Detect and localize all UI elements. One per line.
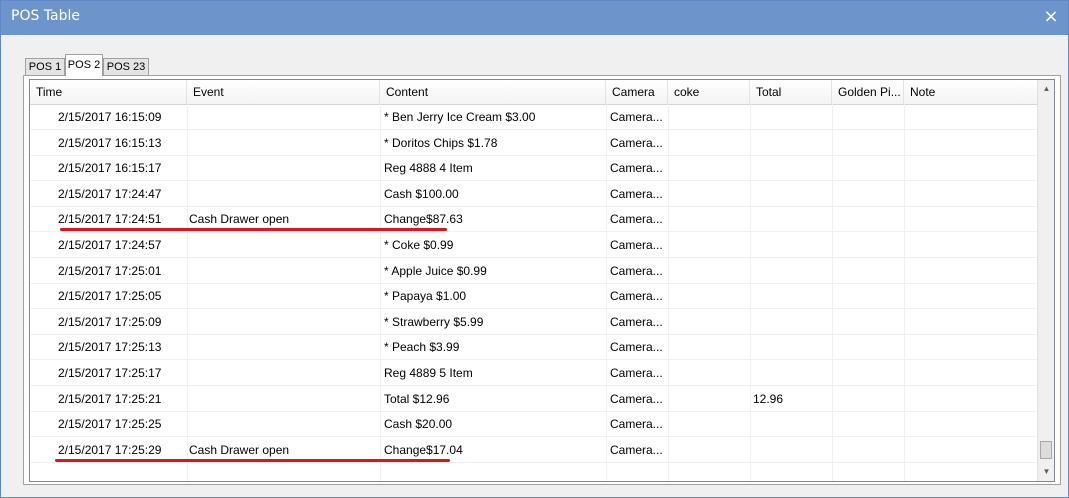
cell-content: * Ben Jerry Ice Cream $3.00 <box>384 110 536 124</box>
cell-content: Cash $20.00 <box>384 417 453 432</box>
cell-camera: Camera... <box>610 135 663 150</box>
cell-content: Reg 4889 5 Item <box>384 366 473 380</box>
scroll-thumb[interactable] <box>1040 441 1052 459</box>
cell-time: 2/15/2017 17:25:01 <box>58 263 162 278</box>
tab-panel: Time Event Content Camera coke Total Gol… <box>23 75 1061 485</box>
table-row[interactable]: 2/15/2017 16:15:09 * Ben Jerry Ice Cream … <box>30 105 1038 130</box>
cell-content: * Papaya $1.00 <box>384 289 467 304</box>
table-row[interactable]: 2/15/2017 16:15:13 * Doritos Chips $1.78 C… <box>30 131 1038 156</box>
column-header-event[interactable]: Event <box>187 80 380 104</box>
tab-pos-23[interactable]: POS 23 <box>103 58 149 76</box>
cell-time: 2/15/2017 17:25:13 <box>58 340 162 355</box>
tab-pos-2[interactable]: POS 2 <box>65 54 103 76</box>
cell-total: 12.96 <box>753 391 784 406</box>
red-underline-annotation <box>55 458 450 462</box>
table-row[interactable]: 2/15/2017 17:25:13 * Peach $3.99 Camera... <box>30 335 1038 361</box>
column-header-coke[interactable]: coke <box>668 80 750 104</box>
scroll-up-icon[interactable]: ▲ <box>1038 80 1054 97</box>
cell-camera: Camera... <box>610 314 663 329</box>
cell-camera: Camera... <box>610 289 663 304</box>
close-icon[interactable]: × <box>1038 5 1064 29</box>
red-underline-annotation <box>60 228 447 232</box>
scroll-down-icon[interactable]: ▼ <box>1038 463 1054 480</box>
cell-content: Total $12.96 <box>384 391 450 406</box>
table-row[interactable]: 2/15/2017 17:25:21 Total $12.96 Camera... 1… <box>30 387 1038 412</box>
cell-time: 2/15/2017 17:25:25 <box>58 417 162 432</box>
cell-time: 2/15/2017 17:25:21 <box>58 391 162 406</box>
cell-content: * Peach $3.99 <box>384 340 460 355</box>
table-row[interactable]: 2/15/2017 17:24:47 Cash $100.00 Camera... <box>30 182 1038 207</box>
table-row[interactable]: 2/15/2017 17:25:25 Cash $20.00 Camera... <box>30 412 1038 438</box>
cell-time: 2/15/2017 16:15:13 <box>58 135 162 150</box>
table-row[interactable]: 2/15/2017 17:24:57 * Coke $0.99 Camera... <box>30 233 1038 258</box>
cell-time: 2/15/2017 16:15:09 <box>58 110 162 124</box>
cell-camera: Camera... <box>610 340 663 355</box>
column-header-total[interactable]: Total <box>750 80 832 104</box>
tab-pos-1[interactable]: POS 1 <box>25 58 65 76</box>
cell-time: 2/15/2017 17:25:17 <box>58 366 162 380</box>
cell-camera: Camera... <box>610 212 663 227</box>
column-header-content[interactable]: Content <box>380 80 606 104</box>
column-header-note[interactable]: Note <box>904 80 1038 104</box>
cell-camera: Camera... <box>610 417 663 432</box>
column-header-time[interactable]: Time <box>30 80 187 104</box>
cell-content: * Strawberry $5.99 <box>384 314 484 329</box>
cell-time: 2/15/2017 17:25:05 <box>58 289 162 304</box>
pos-data-grid[interactable]: Time Event Content Camera coke Total Gol… <box>29 79 1055 482</box>
column-header-golden[interactable]: Golden Pi... <box>832 80 904 104</box>
cell-time: 2/15/2017 17:25:09 <box>58 314 162 329</box>
cell-time: 2/15/2017 17:24:57 <box>58 238 162 252</box>
cell-camera: Camera... <box>610 366 663 380</box>
cell-content: Reg 4888 4 Item <box>384 161 473 176</box>
cell-camera: Camera... <box>610 391 663 406</box>
table-row[interactable]: 2/15/2017 17:25:05 * Papaya $1.00 Camera..… <box>30 284 1038 310</box>
cell-time: 2/15/2017 17:24:47 <box>58 186 162 201</box>
table-row[interactable]: 2/15/2017 16:15:17 Reg 4888 4 Item Camera.… <box>30 156 1038 182</box>
cell-content: * Coke $0.99 <box>384 238 454 252</box>
cell-content: Cash $100.00 <box>384 186 459 201</box>
grid-header: Time Event Content Camera coke Total Gol… <box>30 80 1038 105</box>
pos-table-window: POS Table × POS 1 POS 2 POS 23 Time Even… <box>0 0 1069 498</box>
column-header-camera[interactable]: Camera <box>606 80 668 104</box>
cell-content: * Apple Juice $0.99 <box>384 263 487 278</box>
table-row[interactable]: 2/15/2017 17:25:17 Reg 4889 5 Item Camera.… <box>30 361 1038 386</box>
cell-camera: Camera... <box>610 110 663 124</box>
cell-content: * Doritos Chips $1.78 <box>384 135 498 150</box>
cell-camera: Camera... <box>610 263 663 278</box>
cell-camera: Camera... <box>610 186 663 201</box>
cell-camera: Camera... <box>610 238 663 252</box>
table-row[interactable]: 2/15/2017 17:25:09 * Strawberry $5.99 Came… <box>30 310 1038 335</box>
table-row[interactable]: 2/15/2017 17:25:01 * Apple Juice $0.99 Cam… <box>30 259 1038 284</box>
window-title: POS Table <box>11 8 81 24</box>
vertical-scrollbar[interactable]: ▲ ▼ <box>1037 80 1054 481</box>
cell-time: 2/15/2017 16:15:17 <box>58 161 162 176</box>
cell-camera: Camera... <box>610 442 663 457</box>
title-bar: POS Table × <box>1 1 1068 35</box>
cell-camera: Camera... <box>610 161 663 176</box>
